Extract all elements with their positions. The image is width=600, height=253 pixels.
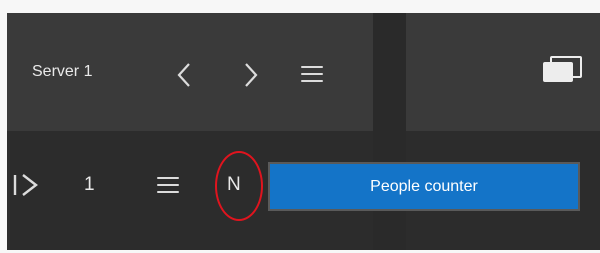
- people-counter-label: People counter: [370, 177, 478, 195]
- view-menu-icon[interactable]: [157, 177, 179, 194]
- chevron-right-icon[interactable]: [243, 62, 259, 88]
- panel-divider: [373, 13, 406, 250]
- play-step-icon[interactable]: [12, 172, 40, 198]
- page-number: 1: [84, 174, 95, 195]
- highlight-annotation: [215, 151, 263, 221]
- server-name: Server 1: [32, 63, 93, 80]
- server-menu-icon[interactable]: [301, 66, 323, 83]
- screen-margin: [0, 0, 600, 13]
- people-counter-button[interactable]: People counter: [268, 162, 580, 211]
- chevron-left-icon[interactable]: [176, 62, 192, 88]
- video-client-window: [7, 13, 600, 250]
- windows-icon[interactable]: [540, 49, 590, 83]
